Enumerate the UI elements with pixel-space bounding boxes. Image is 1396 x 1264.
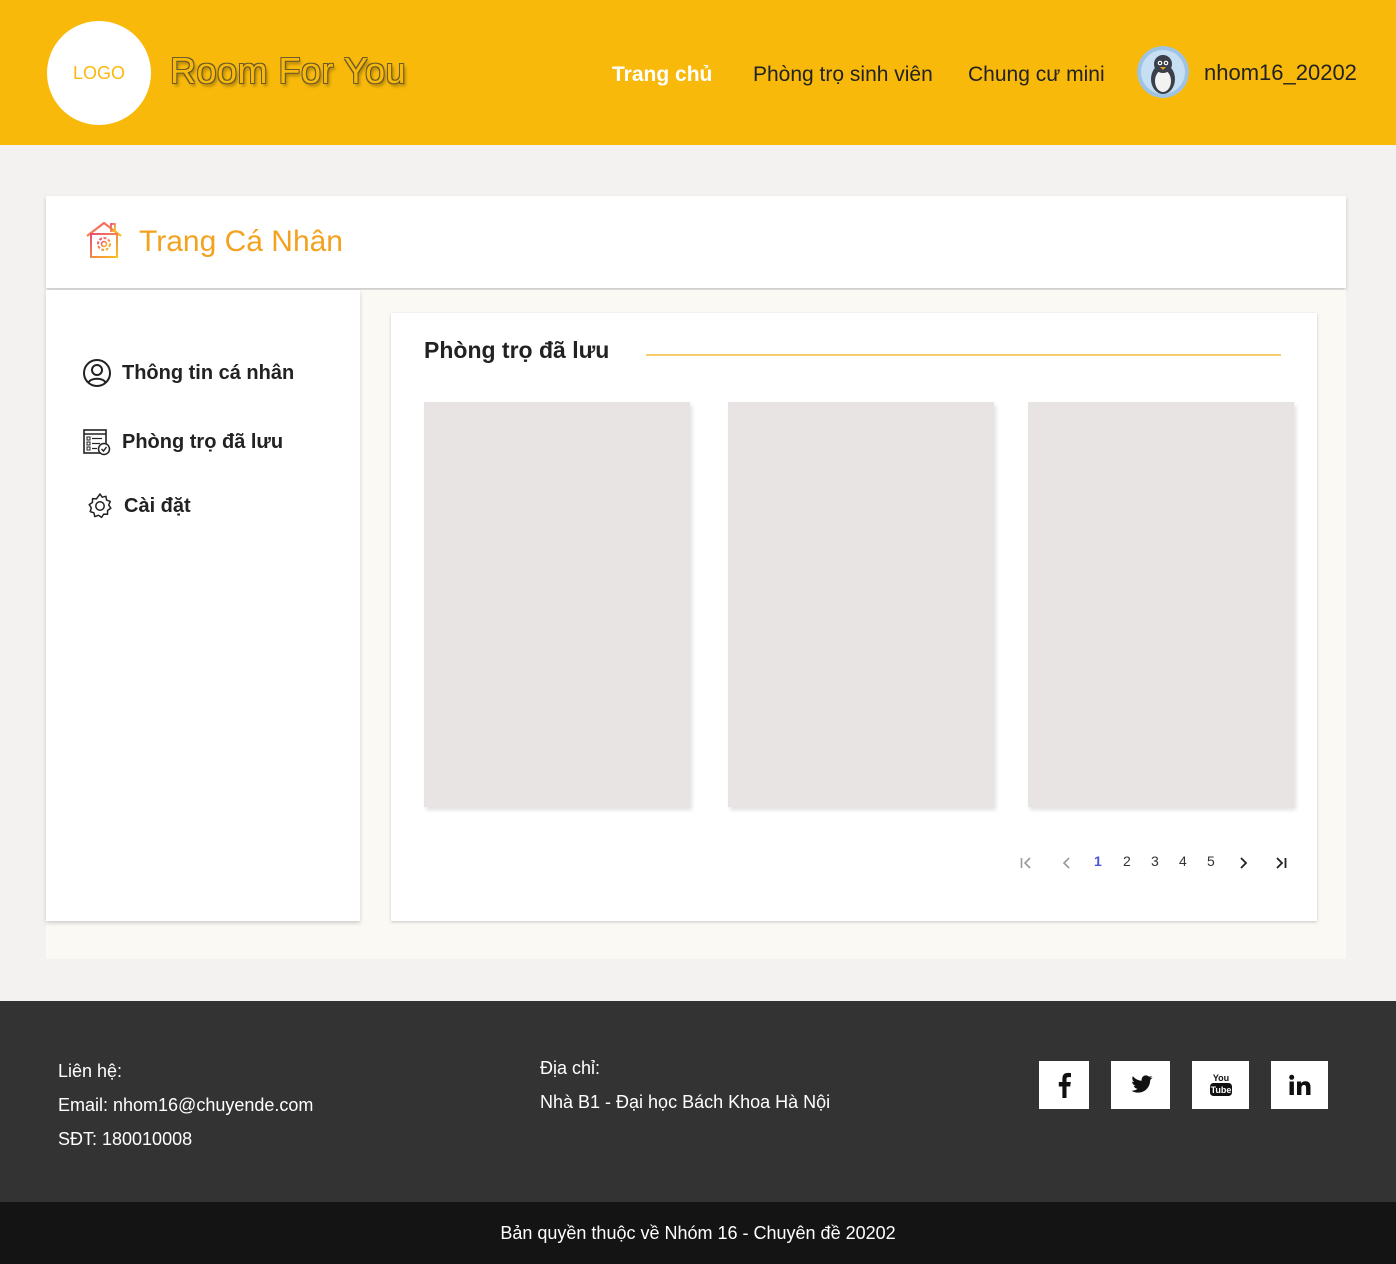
contact-phone: SĐT: 180010008	[58, 1129, 193, 1149]
saved-rooms-section: Phòng trọ đã lưu 1 2 3 4 5	[391, 313, 1317, 921]
linkedin-icon[interactable]	[1271, 1061, 1328, 1109]
address-text: Nhà B1 - Đại học Bách Khoa Hà Nội	[540, 1092, 831, 1112]
prev-page-icon[interactable]	[1060, 856, 1074, 870]
contact-email[interactable]: Email: nhom16@chuyende.com	[58, 1095, 313, 1116]
site-footer: Liên hệ: Email: nhom16@chuyende.com SĐT:…	[0, 1001, 1396, 1202]
room-card[interactable]	[424, 402, 690, 807]
username[interactable]: nhom16_20202	[1204, 60, 1357, 86]
sidebar-item-personal-info[interactable]: Thông tin cá nhân	[82, 358, 294, 388]
page-title: Trang Cá Nhân	[139, 225, 343, 258]
title-divider	[646, 354, 1281, 356]
penguin-avatar-icon	[1137, 46, 1189, 98]
sidebar-item-label: Phòng trọ đã lưu	[122, 430, 284, 453]
youtube-icon[interactable]: You Tube	[1192, 1061, 1249, 1109]
last-page-icon[interactable]	[1274, 856, 1288, 870]
sidebar-item-settings[interactable]: Cài đặt	[86, 492, 191, 520]
brand-name[interactable]: Room For You	[170, 50, 406, 92]
copyright-bar: Bản quyền thuộc về Nhóm 16 - Chuyên đề 2…	[0, 1202, 1396, 1264]
gear-icon	[88, 493, 112, 519]
page-4[interactable]: 4	[1179, 853, 1187, 869]
profile-sidebar: Thông tin cá nhân Phòng trọ đã lưu Cài đ…	[46, 290, 360, 921]
copyright-text: Bản quyền thuộc về Nhóm 16 - Chuyên đề 2…	[500, 1222, 896, 1243]
page-3[interactable]: 3	[1151, 853, 1159, 869]
sidebar-item-label: Cài đặt	[124, 494, 191, 517]
room-card[interactable]	[728, 402, 994, 807]
nav-mini-apartments-link[interactable]: Chung cư mini	[968, 63, 1105, 87]
first-page-icon[interactable]	[1019, 856, 1033, 870]
page-5[interactable]: 5	[1207, 853, 1215, 869]
saved-list-icon	[83, 429, 111, 456]
site-header: LOGO Room For You Trang chủ Phòng trọ si…	[0, 0, 1396, 145]
section-title: Phòng trọ đã lưu	[424, 337, 610, 363]
svg-text:You: You	[1212, 1073, 1228, 1083]
avatar[interactable]	[1137, 46, 1189, 98]
sidebar-item-saved-rooms[interactable]: Phòng trọ đã lưu	[82, 427, 283, 457]
logo-text: LOGO	[72, 62, 125, 83]
logo[interactable]: LOGO	[47, 21, 151, 125]
next-page-icon[interactable]	[1236, 856, 1250, 870]
room-card[interactable]	[1028, 402, 1294, 807]
house-gear-icon	[86, 221, 122, 258]
twitter-icon[interactable]	[1111, 1061, 1170, 1109]
profile-title-card: Trang Cá Nhân	[46, 196, 1346, 288]
nav-home-link[interactable]: Trang chủ	[612, 63, 712, 87]
contact-label: Liên hệ:	[58, 1061, 123, 1081]
page-1[interactable]: 1	[1094, 853, 1102, 869]
user-circle-icon	[83, 359, 111, 387]
svg-text:Tube: Tube	[1210, 1085, 1231, 1095]
page-2[interactable]: 2	[1123, 853, 1131, 869]
address-label: Địa chỉ:	[540, 1058, 601, 1078]
facebook-icon[interactable]	[1039, 1061, 1089, 1109]
nav-student-rooms-link[interactable]: Phòng trọ sinh viên	[753, 63, 933, 87]
sidebar-item-label: Thông tin cá nhân	[122, 361, 295, 384]
